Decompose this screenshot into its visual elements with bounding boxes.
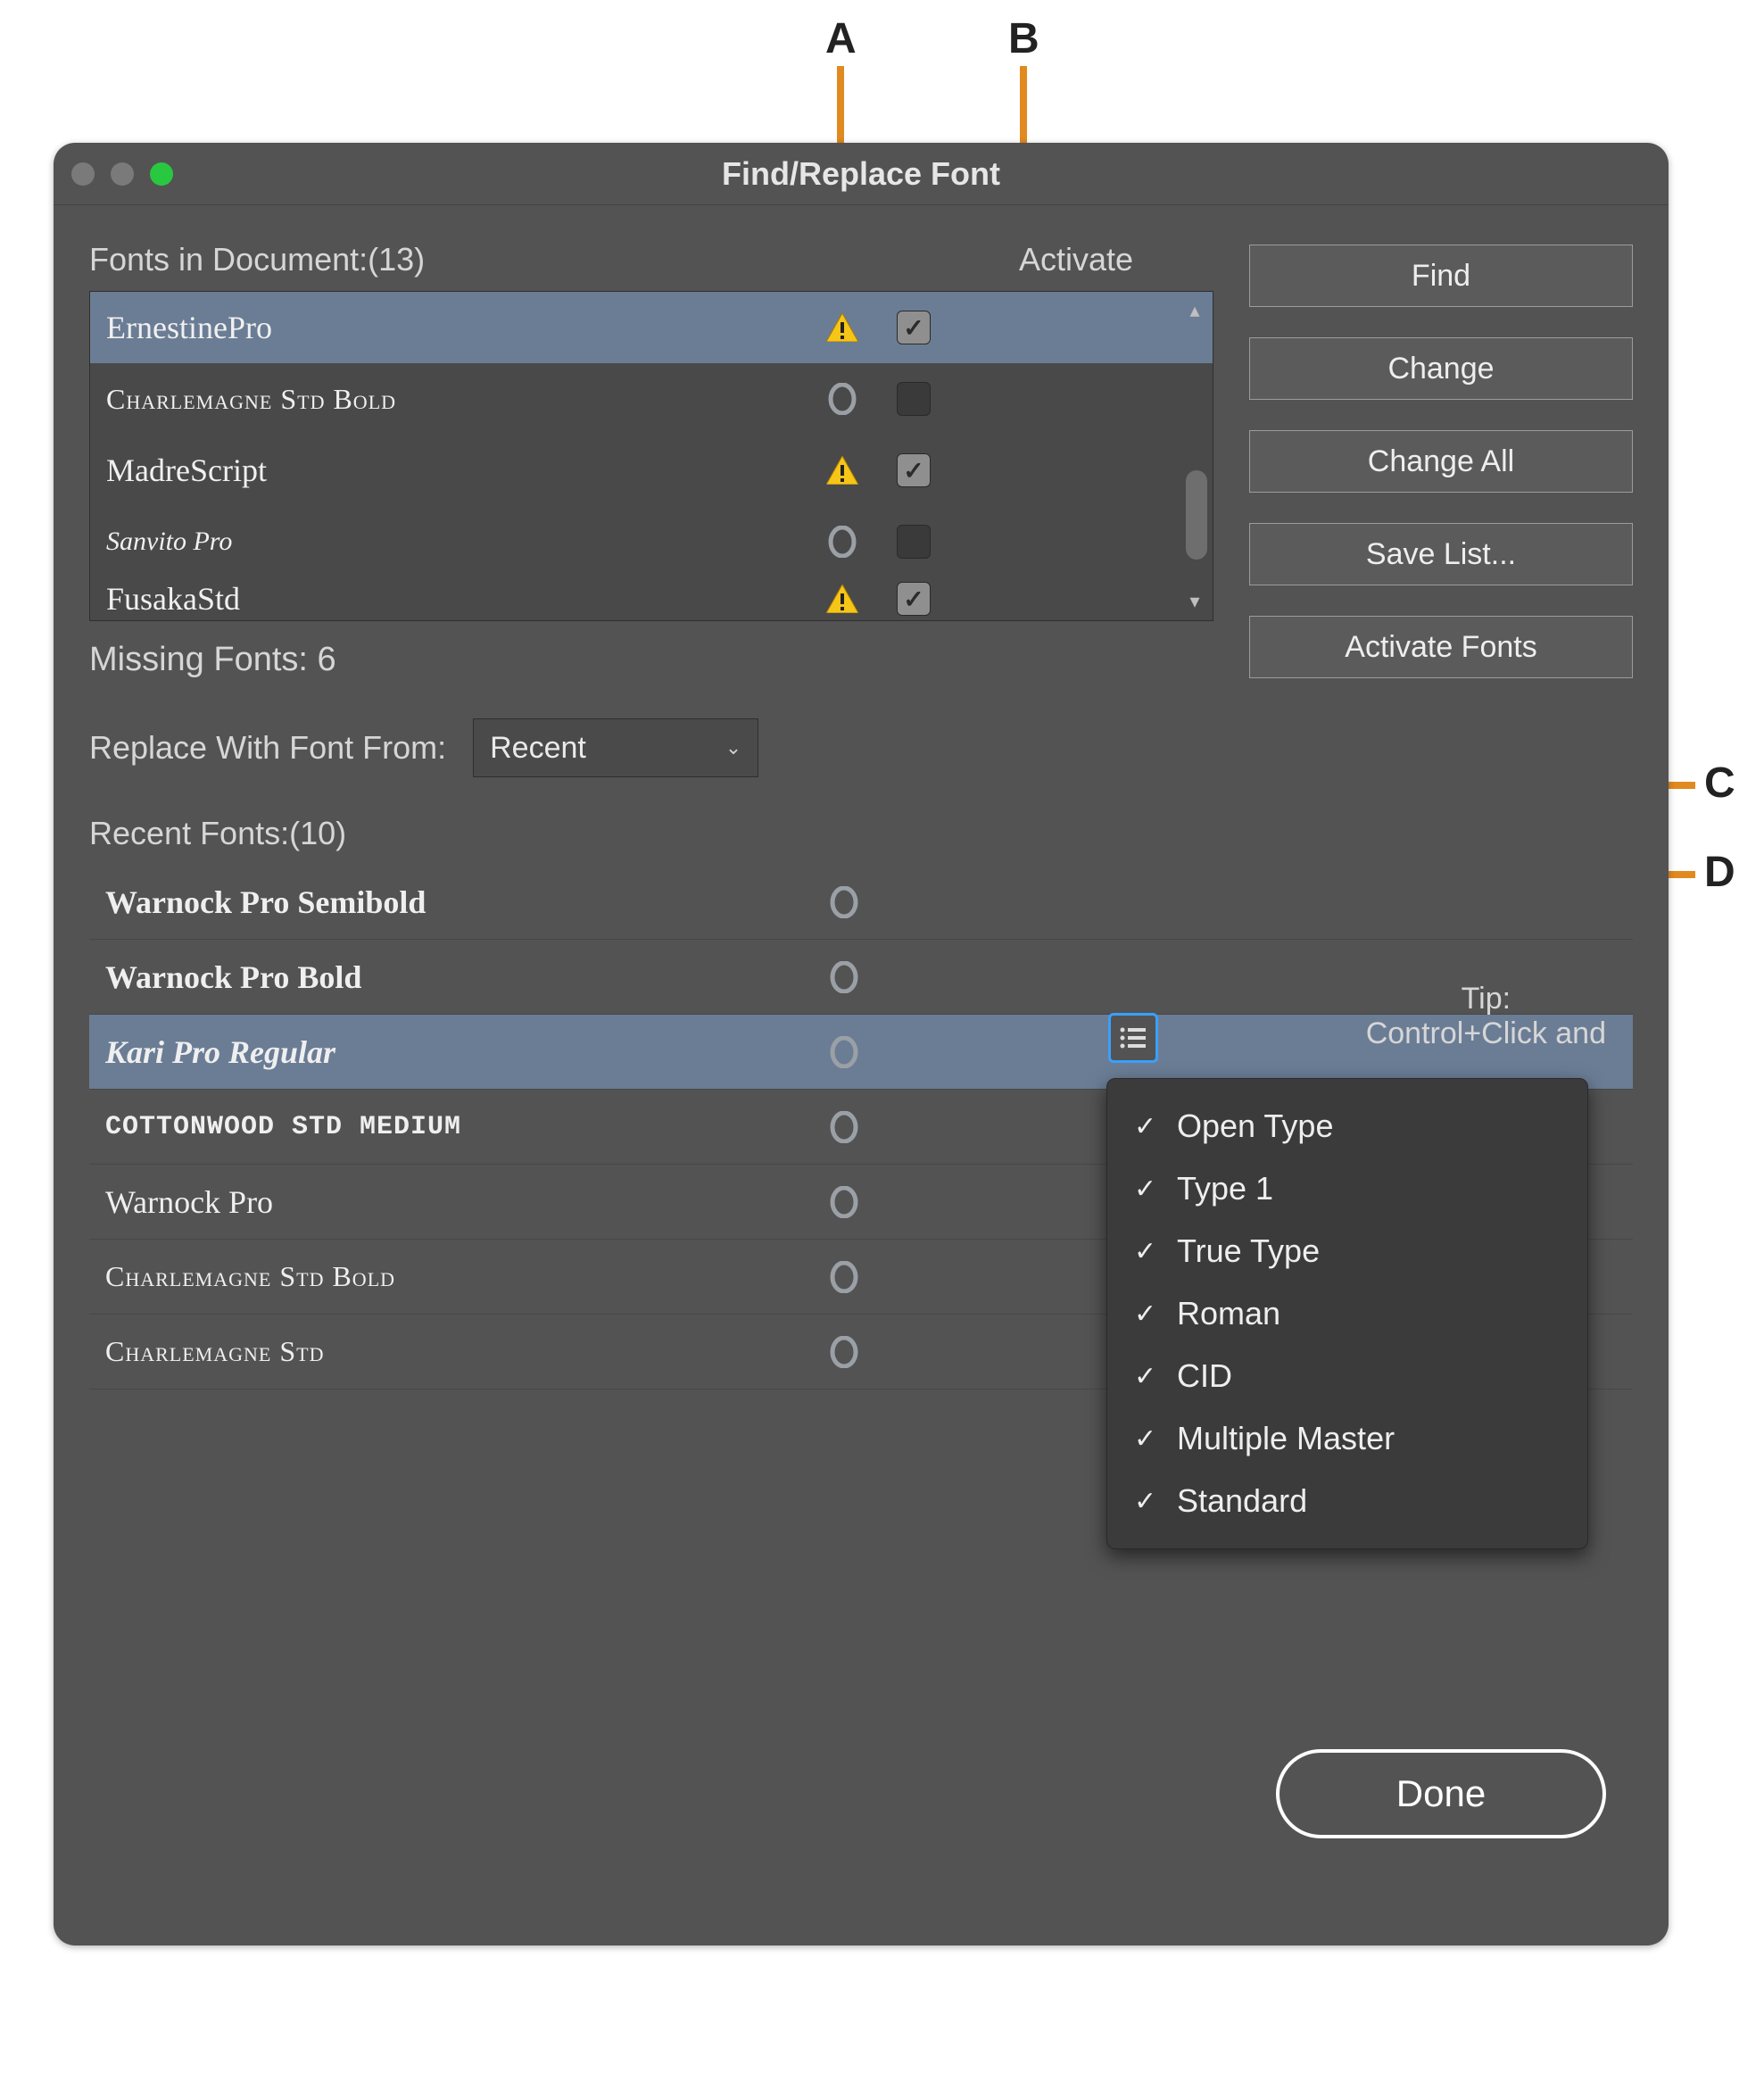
- font-row[interactable]: MadreScript: [90, 435, 1213, 506]
- opentype-icon: [811, 383, 874, 415]
- font-name: MadreScript: [106, 452, 811, 489]
- recent-font-row[interactable]: Warnock Pro Semibold: [89, 865, 1633, 940]
- list-filter-icon: [1118, 1025, 1148, 1050]
- check-icon: ✓: [1134, 1423, 1161, 1455]
- filter-menu-label: Open Type: [1177, 1108, 1333, 1145]
- window-close-button[interactable]: [71, 162, 95, 186]
- filter-menu-label: Standard: [1177, 1482, 1307, 1520]
- replace-source-dropdown[interactable]: Recent ⌄: [473, 718, 758, 777]
- font-name: Charlemagne Std Bold: [106, 383, 811, 416]
- check-icon: ✓: [1134, 1486, 1161, 1517]
- opentype-icon: [828, 1036, 860, 1068]
- filter-menu-label: True Type: [1177, 1232, 1320, 1270]
- activate-fonts-button[interactable]: Activate Fonts: [1249, 616, 1633, 678]
- callout-letter-b: B: [1008, 14, 1039, 63]
- tip-label: Tip:: [1366, 982, 1606, 1016]
- font-name: FusakaStd: [106, 580, 811, 618]
- font-name: Charlemagne Std: [105, 1335, 819, 1368]
- replace-with-label: Replace With Font From:: [89, 729, 446, 767]
- top-area: Fonts in Document:(13) Activate Ernestin…: [89, 241, 1633, 777]
- titlebar: Find/Replace Font: [54, 143, 1669, 205]
- change-all-button[interactable]: Change All: [1249, 430, 1633, 493]
- font-type-filter-menu: ✓ Open Type ✓ Type 1 ✓ True Type ✓ Roman ✓ CI…: [1106, 1078, 1588, 1549]
- callout-letter-c: C: [1704, 759, 1735, 808]
- activate-checkbox[interactable]: [897, 453, 931, 487]
- font-name: Warnock Pro: [105, 1183, 819, 1221]
- missing-font-warning-icon: [811, 456, 874, 485]
- opentype-icon: [828, 1111, 860, 1143]
- font-name: Sanvito Pro: [106, 527, 811, 557]
- filter-menu-label: Roman: [1177, 1295, 1280, 1332]
- dialog-title: Find/Replace Font: [54, 155, 1669, 193]
- font-name: Warnock Pro Semibold: [105, 884, 819, 921]
- callout-letter-a: A: [825, 14, 857, 63]
- opentype-icon: [811, 526, 874, 558]
- activate-checkbox[interactable]: [897, 382, 931, 416]
- filter-menu-item[interactable]: ✓ Roman: [1107, 1282, 1587, 1345]
- check-icon: ✓: [1134, 1174, 1161, 1205]
- activate-checkbox[interactable]: [897, 525, 931, 559]
- window-zoom-button[interactable]: [150, 162, 173, 186]
- opentype-icon: [828, 886, 860, 918]
- font-row[interactable]: ErnestinePro: [90, 292, 1213, 363]
- opentype-icon: [828, 961, 860, 993]
- save-list-button[interactable]: Save List...: [1249, 523, 1633, 585]
- find-button[interactable]: Find: [1249, 245, 1633, 307]
- opentype-icon: [828, 1186, 860, 1218]
- font-name: Kari Pro Regular: [105, 1033, 819, 1071]
- check-icon: ✓: [1134, 1361, 1161, 1392]
- check-icon: ✓: [1134, 1111, 1161, 1142]
- font-name: ErnestinePro: [106, 309, 811, 346]
- replace-with-row: Replace With Font From: Recent ⌄: [89, 718, 1213, 777]
- activate-checkbox[interactable]: [897, 311, 931, 344]
- filter-menu-item[interactable]: ✓ Type 1: [1107, 1157, 1587, 1220]
- activate-checkbox[interactable]: [897, 582, 931, 616]
- filter-menu-label: Type 1: [1177, 1170, 1273, 1207]
- activate-column-header: Activate: [1019, 241, 1133, 278]
- font-name: COTTONWOOD STD MEDIUM: [105, 1112, 819, 1142]
- filter-menu-item[interactable]: ✓ Open Type: [1107, 1095, 1587, 1157]
- find-replace-font-dialog: Find/Replace Font Fonts in Document:(13)…: [54, 143, 1669, 1945]
- scrollbar-thumb[interactable]: [1186, 470, 1207, 560]
- dropdown-value: Recent: [490, 731, 586, 766]
- window-controls: [71, 162, 173, 186]
- opentype-icon: [828, 1336, 860, 1368]
- missing-font-warning-icon: [811, 585, 874, 613]
- filter-menu-label: Multiple Master: [1177, 1420, 1395, 1457]
- filter-menu-item[interactable]: ✓ CID: [1107, 1345, 1587, 1407]
- check-icon: ✓: [1134, 1298, 1161, 1330]
- filter-menu-label: CID: [1177, 1357, 1232, 1395]
- font-row[interactable]: FusakaStd: [90, 577, 1213, 620]
- font-name: Charlemagne Std Bold: [105, 1260, 819, 1293]
- change-button[interactable]: Change: [1249, 337, 1633, 400]
- opentype-icon: [828, 1261, 860, 1293]
- fonts-in-document-label: Fonts in Document:(13): [89, 241, 425, 278]
- callout-letter-d: D: [1704, 848, 1735, 897]
- check-icon: ✓: [1134, 1236, 1161, 1267]
- done-button[interactable]: Done: [1276, 1749, 1606, 1838]
- fonts-in-document-block: Fonts in Document:(13) Activate Ernestin…: [89, 241, 1213, 777]
- filter-menu-item[interactable]: ✓ True Type: [1107, 1220, 1587, 1282]
- chevron-down-icon: ⌄: [725, 736, 741, 759]
- action-buttons-column: Find Change Change All Save List... Acti…: [1249, 241, 1633, 777]
- font-row[interactable]: Charlemagne Std Bold: [90, 363, 1213, 435]
- font-name: Warnock Pro Bold: [105, 958, 819, 996]
- font-row[interactable]: Sanvito Pro: [90, 506, 1213, 577]
- filter-menu-item[interactable]: ✓ Multiple Master: [1107, 1407, 1587, 1470]
- window-minimize-button[interactable]: [111, 162, 134, 186]
- scroll-down-arrow-icon[interactable]: ▾: [1182, 590, 1207, 613]
- missing-fonts-label: Missing Fonts: 6: [89, 641, 1213, 679]
- scroll-up-arrow-icon[interactable]: ▴: [1182, 299, 1207, 322]
- tip-line: Control+Click and: [1366, 1016, 1606, 1051]
- filter-menu-item[interactable]: ✓ Standard: [1107, 1470, 1587, 1532]
- missing-font-warning-icon: [811, 313, 874, 342]
- tip-block: Tip: Control+Click and: [1366, 982, 1606, 1051]
- fonts-in-document-list[interactable]: ErnestinePro Charlemagne Std Bold: [89, 291, 1213, 621]
- recent-fonts-label: Recent Fonts:(10): [89, 815, 1633, 852]
- font-type-filter-button[interactable]: [1108, 1013, 1158, 1063]
- dialog-content: Fonts in Document:(13) Activate Ernestin…: [54, 205, 1669, 1945]
